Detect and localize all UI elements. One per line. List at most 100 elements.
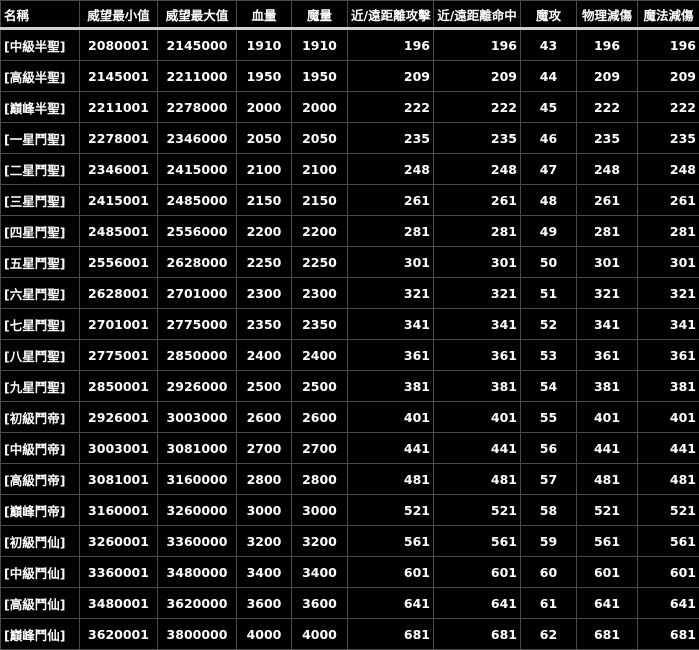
cell-physical-reduction: 521: [577, 495, 638, 526]
cell-attack: 381: [348, 371, 434, 402]
cell-hit: 681: [434, 619, 521, 650]
cell-name: [高級鬥仙]: [1, 588, 80, 619]
cell-mp: 2400: [292, 340, 348, 371]
table-row: [一星鬥聖]2278001234600020502050235235462352…: [1, 123, 699, 154]
cell-prestige-max: 3480000: [158, 557, 237, 588]
cell-physical-reduction: 222: [577, 92, 638, 123]
cell-magic-reduction: 521: [638, 495, 699, 526]
table-header: 名稱 威望最小值 威望最大值 血量 魔量 近/遠距離攻擊 近/遠距離命中 魔攻 …: [1, 1, 699, 29]
table-row: [四星鬥聖]2485001255600022002200281281492812…: [1, 216, 699, 247]
cell-physical-reduction: 321: [577, 278, 638, 309]
cell-prestige-min: 2701001: [80, 309, 158, 340]
cell-magic-reduction: 321: [638, 278, 699, 309]
cell-hp: 2700: [237, 433, 292, 464]
cell-magic-attack: 60: [521, 557, 577, 588]
cell-name: [七星鬥聖]: [1, 309, 80, 340]
cell-prestige-max: 3360000: [158, 526, 237, 557]
cell-mp: 2050: [292, 123, 348, 154]
cell-physical-reduction: 248: [577, 154, 638, 185]
cell-magic-reduction: 361: [638, 340, 699, 371]
cell-hp: 1910: [237, 29, 292, 61]
cell-prestige-min: 3260001: [80, 526, 158, 557]
cell-hp: 2300: [237, 278, 292, 309]
cell-attack: 222: [348, 92, 434, 123]
cell-magic-attack: 49: [521, 216, 577, 247]
cell-magic-attack: 54: [521, 371, 577, 402]
cell-hit: 481: [434, 464, 521, 495]
cell-mp: 2500: [292, 371, 348, 402]
cell-hit: 381: [434, 371, 521, 402]
cell-prestige-min: 3081001: [80, 464, 158, 495]
cell-prestige-max: 3800000: [158, 619, 237, 650]
header-attack: 近/遠距離攻擊: [348, 1, 434, 29]
cell-hp: 2800: [237, 464, 292, 495]
cell-magic-reduction: 681: [638, 619, 699, 650]
cell-hit: 561: [434, 526, 521, 557]
cell-attack: 361: [348, 340, 434, 371]
cell-hp: 2150: [237, 185, 292, 216]
cell-prestige-max: 2628000: [158, 247, 237, 278]
cell-magic-attack: 48: [521, 185, 577, 216]
table-row: [中級鬥帝]3003001308100027002700441441564414…: [1, 433, 699, 464]
cell-magic-reduction: 261: [638, 185, 699, 216]
cell-mp: 2250: [292, 247, 348, 278]
cell-magic-reduction: 196: [638, 29, 699, 61]
header-prestige-max: 威望最大值: [158, 1, 237, 29]
table-row: [高級半聖]2145001221100019501950209209442092…: [1, 61, 699, 92]
rank-stats-table: 名稱 威望最小值 威望最大值 血量 魔量 近/遠距離攻擊 近/遠距離命中 魔攻 …: [0, 0, 699, 650]
table-row: [五星鬥聖]2556001262800022502250301301503013…: [1, 247, 699, 278]
cell-hit: 441: [434, 433, 521, 464]
cell-hit: 248: [434, 154, 521, 185]
cell-prestige-min: 2080001: [80, 29, 158, 61]
cell-name: [中級鬥仙]: [1, 557, 80, 588]
cell-hp: 2000: [237, 92, 292, 123]
cell-hp: 2400: [237, 340, 292, 371]
cell-hp: 3600: [237, 588, 292, 619]
cell-magic-reduction: 281: [638, 216, 699, 247]
cell-physical-reduction: 681: [577, 619, 638, 650]
cell-magic-reduction: 561: [638, 526, 699, 557]
cell-magic-attack: 51: [521, 278, 577, 309]
cell-physical-reduction: 261: [577, 185, 638, 216]
cell-prestige-min: 2850001: [80, 371, 158, 402]
cell-magic-attack: 58: [521, 495, 577, 526]
cell-physical-reduction: 235: [577, 123, 638, 154]
table-row: [高級鬥帝]3081001316000028002800481481574814…: [1, 464, 699, 495]
cell-magic-attack: 57: [521, 464, 577, 495]
cell-name: [九星鬥聖]: [1, 371, 80, 402]
cell-attack: 561: [348, 526, 434, 557]
cell-physical-reduction: 361: [577, 340, 638, 371]
table-row: [巔峰鬥仙]3620001380000040004000681681626816…: [1, 619, 699, 650]
cell-prestige-max: 2346000: [158, 123, 237, 154]
cell-mp: 2350: [292, 309, 348, 340]
cell-mp: 1910: [292, 29, 348, 61]
cell-hit: 222: [434, 92, 521, 123]
cell-hp: 2600: [237, 402, 292, 433]
cell-attack: 481: [348, 464, 434, 495]
cell-magic-attack: 56: [521, 433, 577, 464]
cell-prestige-max: 2485000: [158, 185, 237, 216]
cell-physical-reduction: 601: [577, 557, 638, 588]
cell-prestige-min: 2415001: [80, 185, 158, 216]
cell-mp: 3600: [292, 588, 348, 619]
cell-prestige-max: 2145000: [158, 29, 237, 61]
cell-hit: 601: [434, 557, 521, 588]
cell-attack: 261: [348, 185, 434, 216]
cell-hit: 209: [434, 61, 521, 92]
header-name: 名稱: [1, 1, 80, 29]
cell-mp: 2000: [292, 92, 348, 123]
cell-prestige-min: 2346001: [80, 154, 158, 185]
cell-hit: 196: [434, 29, 521, 61]
cell-attack: 521: [348, 495, 434, 526]
cell-name: [一星鬥聖]: [1, 123, 80, 154]
cell-magic-reduction: 401: [638, 402, 699, 433]
cell-physical-reduction: 641: [577, 588, 638, 619]
cell-hp: 2050: [237, 123, 292, 154]
cell-name: [五星鬥聖]: [1, 247, 80, 278]
cell-attack: 235: [348, 123, 434, 154]
cell-name: [高級鬥帝]: [1, 464, 80, 495]
cell-prestige-max: 2926000: [158, 371, 237, 402]
cell-magic-attack: 47: [521, 154, 577, 185]
cell-magic-attack: 53: [521, 340, 577, 371]
cell-prestige-max: 2701000: [158, 278, 237, 309]
